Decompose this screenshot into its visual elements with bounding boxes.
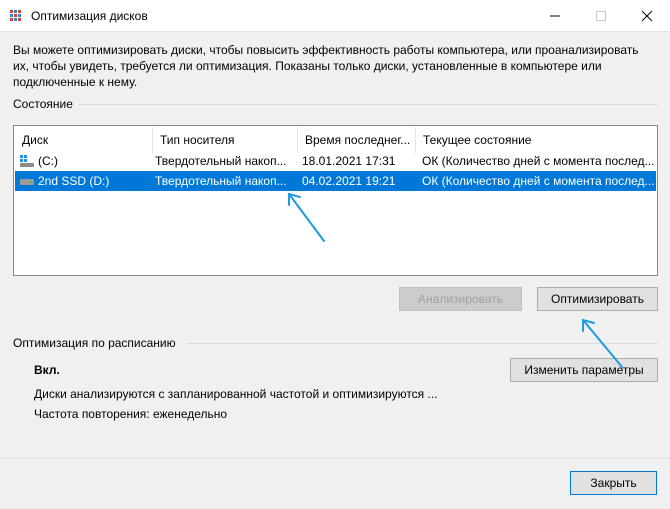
schedule-frequency: Частота повторения: еженедельно	[34, 407, 228, 421]
section-divider	[187, 343, 657, 344]
title-bar: Оптимизация дисков	[0, 0, 670, 32]
drive-row-c[interactable]: (C:) Твердотельный накоп... 18.01.2021 1…	[15, 151, 656, 171]
drive-media-type: Твердотельный накоп...	[155, 174, 287, 188]
maximize-icon	[596, 11, 606, 21]
change-settings-button[interactable]: Изменить параметры	[510, 358, 658, 382]
column-header-disk[interactable]: Диск	[15, 127, 153, 153]
close-window-button[interactable]	[624, 0, 670, 32]
close-button[interactable]: Закрыть	[570, 471, 657, 495]
status-section-label: Состояние	[13, 97, 73, 111]
section-divider	[79, 104, 657, 105]
drive-name: 2nd SSD (D:)	[38, 174, 110, 188]
column-header-media-type[interactable]: Тип носителя	[153, 127, 298, 153]
schedule-state: Вкл.	[34, 363, 60, 377]
maximize-button	[578, 0, 624, 32]
analyze-button: Анализировать	[399, 287, 522, 311]
drive-status: ОК (Количество дней с момента послед...	[422, 154, 654, 168]
column-header-last-run[interactable]: Время последнег...	[298, 127, 416, 153]
drive-media-type: Твердотельный накоп...	[155, 154, 287, 168]
drive-row-d[interactable]: 2nd SSD (D:) Твердотельный накоп... 04.0…	[15, 171, 656, 191]
column-header-current-status[interactable]: Текущее состояние	[416, 127, 657, 153]
drive-status: ОК (Количество дней с момента послед...	[422, 174, 654, 188]
intro-text: Вы можете оптимизировать диски, чтобы по…	[13, 43, 639, 89]
minimize-icon	[550, 15, 560, 17]
drive-name: (C:)	[38, 154, 58, 168]
drive-last-run: 18.01.2021 17:31	[302, 154, 396, 168]
windows-drive-icon	[20, 155, 34, 167]
schedule-description: Диски анализируются с запланированной ча…	[34, 387, 438, 401]
minimize-button[interactable]	[532, 0, 578, 32]
optimize-button[interactable]: Оптимизировать	[537, 287, 658, 311]
drive-list[interactable]: Диск Тип носителя Время последнег... Тек…	[13, 125, 658, 276]
drive-icon	[20, 179, 34, 185]
drive-last-run: 04.02.2021 19:21	[302, 174, 396, 188]
app-icon	[9, 9, 23, 23]
schedule-section-label: Оптимизация по расписанию	[13, 336, 176, 350]
annotation-arrowhead-optimize	[582, 318, 595, 332]
window-title: Оптимизация дисков	[31, 9, 148, 23]
close-icon	[641, 10, 653, 22]
